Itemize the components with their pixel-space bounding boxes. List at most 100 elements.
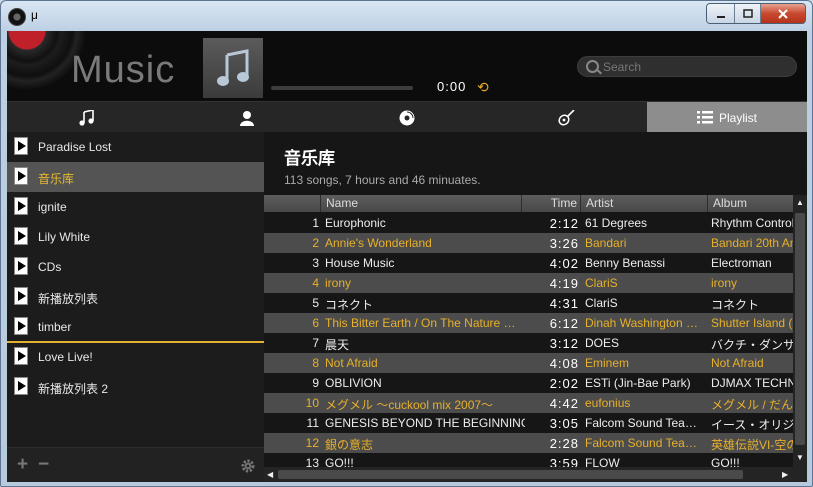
tab-genres[interactable] (487, 102, 647, 133)
column-header-time[interactable]: Time (521, 195, 580, 212)
track-album: Rhythm Control (711, 216, 793, 230)
sidebar-footer: + − (7, 447, 264, 482)
playlist-icon (14, 137, 28, 155)
table-header: Name Time Artist Album (264, 195, 793, 212)
title-bar[interactable]: μ (1, 1, 812, 29)
playlist-item[interactable]: CDs (7, 252, 264, 282)
track-album: イース・オリジ (711, 418, 793, 432)
maximize-icon (742, 8, 753, 18)
scroll-thumb[interactable] (795, 213, 805, 445)
scroll-down-arrow-icon[interactable]: ▼ (796, 453, 804, 462)
column-header-name[interactable]: Name (320, 195, 521, 212)
track-time: 4:31 (549, 296, 579, 311)
table-row[interactable]: 8 Not Afraid 4:08 Eminem Not Afraid (264, 353, 793, 373)
table-row[interactable]: 9 OBLIVION 2:02 ESTi (Jin-Bae Park) DJMAX TE… (264, 373, 793, 393)
seek-bar[interactable] (271, 86, 413, 90)
table-row[interactable]: 4 irony 4:19 ClariS irony (264, 273, 793, 293)
player-header: Music 0:00 ⟲ Search (7, 31, 807, 101)
track-time: 6:12 (549, 316, 579, 331)
vertical-scrollbar[interactable]: ▲ ▼ (793, 195, 807, 467)
app-icon[interactable] (8, 8, 26, 26)
tab-albums[interactable] (327, 102, 487, 133)
playlist-icon (14, 227, 28, 245)
playlist-icon (14, 257, 28, 275)
remove-playlist-button[interactable]: − (38, 454, 49, 476)
table-row[interactable]: 6 This Bitter Earth / On The Nature … 6:12… (264, 313, 793, 333)
track-number: 7 (312, 336, 319, 350)
track-artist: 61 Degrees (585, 216, 648, 230)
tab-songs[interactable] (7, 102, 167, 133)
gear-icon[interactable] (240, 458, 256, 474)
playlist-item[interactable]: 新播放列表 (7, 282, 264, 312)
track-table: Name Time Artist Album 1 Europhonic 2:12 61… (264, 195, 793, 467)
table-row[interactable]: 7 晨天 3:12 DOES バクチ・ダンサ (264, 333, 793, 353)
repeat-icon[interactable]: ⟲ (477, 79, 489, 96)
playlist-item[interactable]: ignite (7, 192, 264, 222)
track-time: 4:08 (549, 356, 579, 371)
track-number: 2 (312, 236, 319, 250)
track-time: 2:02 (549, 376, 579, 391)
track-number: 4 (312, 276, 319, 290)
column-header-artist[interactable]: Artist (580, 195, 707, 212)
app-logo-text: Music (71, 49, 176, 91)
add-playlist-button[interactable]: + (17, 454, 28, 476)
search-input[interactable]: Search (603, 60, 641, 74)
scroll-left-arrow-icon[interactable]: ◀ (267, 470, 273, 479)
album-art (203, 38, 263, 98)
scroll-up-arrow-icon[interactable]: ▲ (796, 198, 804, 207)
search-box[interactable]: Search (577, 56, 797, 77)
track-name: This Bitter Earth / On The Nature … (325, 316, 516, 330)
scroll-thumb[interactable] (278, 470, 743, 479)
tab-artists[interactable] (167, 102, 327, 133)
track-time: 4:42 (549, 396, 579, 411)
close-button[interactable] (761, 4, 805, 23)
track-number: 12 (305, 436, 319, 450)
track-name: House Music (325, 256, 395, 270)
minimize-button[interactable] (707, 4, 735, 23)
table-row[interactable]: 2 Annie's Wonderland 3:26 Bandari Bandari 20… (264, 233, 793, 253)
tab-label: Playlist (718, 110, 757, 125)
table-row[interactable]: 13 GO!!! 3:59 FLOW GO!!! (264, 453, 793, 467)
table-row[interactable]: 3 House Music 4:02 Benny Benassi Electroman (264, 253, 793, 273)
track-time: 3:59 (549, 456, 579, 467)
maximize-button[interactable] (735, 4, 761, 23)
track-number: 5 (312, 296, 319, 310)
track-artist: Dinah Washington … (585, 316, 698, 330)
table-row[interactable]: 10 メグメル ～cuckool mix 2007～ 4:42 eufonius メグメ… (264, 393, 793, 413)
playlist-icon (14, 167, 28, 185)
table-row[interactable]: 5 コネクト 4:31 ClariS コネクト (264, 293, 793, 313)
playlist-summary: 113 songs, 7 hours and 46 minuates. (284, 173, 481, 187)
table-row[interactable]: 1 Europhonic 2:12 61 Degrees Rhythm Control (264, 213, 793, 233)
playlist-name: 新播放列表 2 (38, 382, 109, 396)
track-number: 9 (312, 376, 319, 390)
playlist-item[interactable]: Love Live! (7, 342, 264, 372)
disc-icon (399, 110, 415, 125)
track-artist: Bandari (585, 236, 627, 250)
playlist-item[interactable]: Lily White (7, 222, 264, 252)
playlist-name: timber (38, 320, 72, 334)
playlist-item[interactable]: 新播放列表 2 (7, 372, 264, 402)
playlist-item[interactable]: Paradise Lost (7, 132, 264, 162)
scroll-right-arrow-icon[interactable]: ▶ (782, 470, 788, 479)
app-client: Music 0:00 ⟲ Search Playlist Paradise Lo… (7, 31, 807, 482)
column-header-number[interactable] (264, 195, 320, 212)
column-header-album[interactable]: Album (707, 195, 793, 212)
track-time: 2:12 (549, 216, 579, 231)
track-name: メグメル ～cuckool mix 2007～ (325, 398, 494, 412)
playlist-item[interactable]: timber (7, 312, 264, 342)
horizontal-scrollbar[interactable]: ◀ ▶ (264, 467, 793, 482)
table-row[interactable]: 12 銀の意志 2:28 Falcom Sound Tea… 英雄伝説VI-空の (264, 433, 793, 453)
window-controls (706, 3, 806, 24)
track-album: 英雄伝説VI-空の (711, 438, 793, 452)
time-display: 0:00 (437, 79, 467, 94)
track-number: 8 (312, 356, 319, 370)
music-note-icon (79, 109, 94, 126)
track-time: 3:26 (549, 236, 579, 251)
playlist-item-selected[interactable]: 音乐库 (7, 162, 264, 192)
person-icon (240, 110, 254, 126)
page-title: 音乐库 (284, 149, 335, 168)
playlist-sidebar: Paradise Lost 音乐库 ignite Lily White CDs … (7, 132, 264, 482)
table-row[interactable]: 11 GENESIS BEYOND THE BEGINNING 3:05 Falcom… (264, 413, 793, 433)
track-artist: ClariS (585, 276, 618, 290)
tab-playlist[interactable]: Playlist (647, 102, 807, 133)
